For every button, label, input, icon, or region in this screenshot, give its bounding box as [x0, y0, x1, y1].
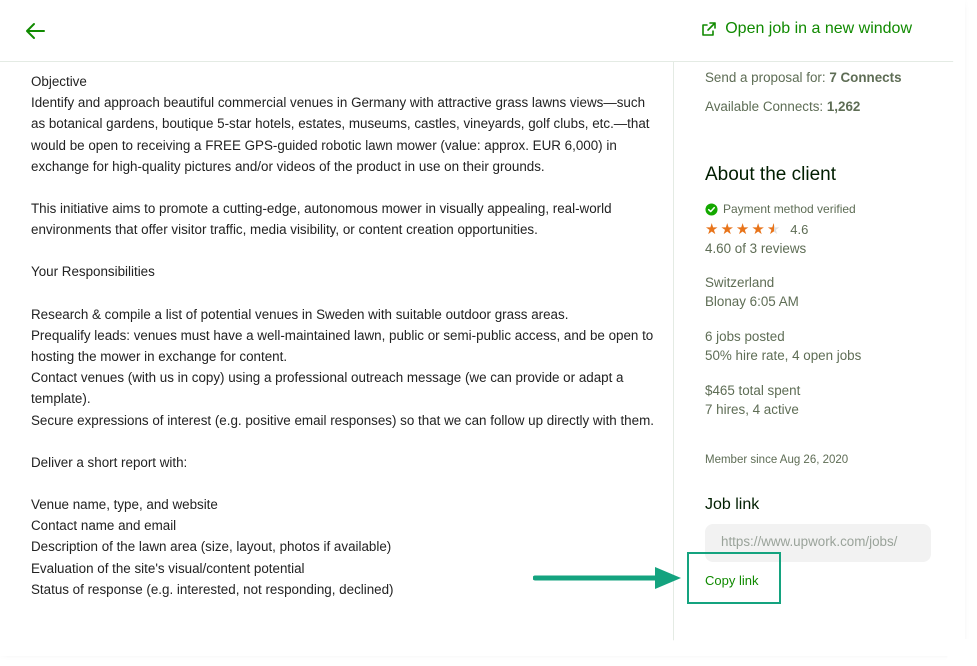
- client-country: Switzerland: [705, 275, 775, 290]
- hire-rate: 50% hire rate, 4 open jobs: [705, 348, 862, 363]
- client-local-time: Blonay 6:05 AM: [705, 294, 799, 309]
- available-connects: Available Connects: 1,262: [705, 99, 860, 114]
- copy-link-button[interactable]: Copy link: [705, 573, 758, 588]
- arrow-left-icon: [26, 23, 45, 39]
- total-spent: $465 total spent: [705, 383, 801, 398]
- description-paragraph: Objective Identify and approach beautifu…: [31, 74, 650, 174]
- star-icon: ★: [705, 221, 719, 238]
- reviews-count: 4.60 of 3 reviews: [705, 241, 807, 256]
- verified-check-icon: [705, 202, 718, 216]
- torn-edge-right: [945, 0, 965, 666]
- about-client-title: About the client: [705, 164, 836, 185]
- jobs-posted: 6 jobs posted: [705, 329, 785, 344]
- description-paragraph: Deliver a short report with:: [31, 454, 188, 470]
- job-link-title: Job link: [705, 496, 760, 513]
- column-divider: [673, 62, 674, 646]
- open-in-new-window-label: Open job in a new window: [725, 20, 912, 37]
- payment-verified-label: Payment method verified: [723, 202, 856, 216]
- torn-edge-bottom: [0, 635, 977, 656]
- payment-verified: Payment method verified: [705, 202, 856, 216]
- available-connects-label: Available Connects:: [705, 99, 824, 114]
- external-link-icon: [702, 22, 717, 36]
- back-button[interactable]: [22, 18, 48, 44]
- job-description: Objective Identify and approach beautifu…: [31, 71, 661, 600]
- job-details-panel: Open job in a new window Objective Ident…: [0, 0, 956, 646]
- star-icon: ★: [735, 221, 750, 238]
- proposal-connects: Send a proposal for: 7 Connects: [705, 70, 902, 85]
- description-paragraph: Your Responsibilities: [31, 264, 155, 280]
- client-rating: ★ ★ ★ ★ ★ 4.6: [705, 222, 808, 237]
- open-in-new-window-link[interactable]: Open job in a new window: [701, 20, 912, 38]
- hires-active: 7 hires, 4 active: [705, 402, 799, 417]
- proposal-connects-value: 7 Connects: [829, 70, 902, 85]
- star-icon: ★: [720, 221, 734, 238]
- top-bar: Open job in a new window: [0, 0, 956, 62]
- star-icon: ★: [751, 221, 765, 238]
- description-paragraph: Research & compile a list of potential v…: [31, 306, 654, 428]
- rating-value: 4.6: [790, 222, 809, 237]
- available-connects-value: 1,262: [826, 99, 861, 114]
- half-star-icon: ★: [766, 221, 781, 238]
- member-since: Member since Aug 26, 2020: [705, 454, 849, 466]
- description-paragraph: This initiative aims to promote a cuttin…: [31, 201, 616, 238]
- proposal-connects-label: Send a proposal for:: [705, 70, 826, 85]
- annotation-arrow-icon: [533, 567, 681, 589]
